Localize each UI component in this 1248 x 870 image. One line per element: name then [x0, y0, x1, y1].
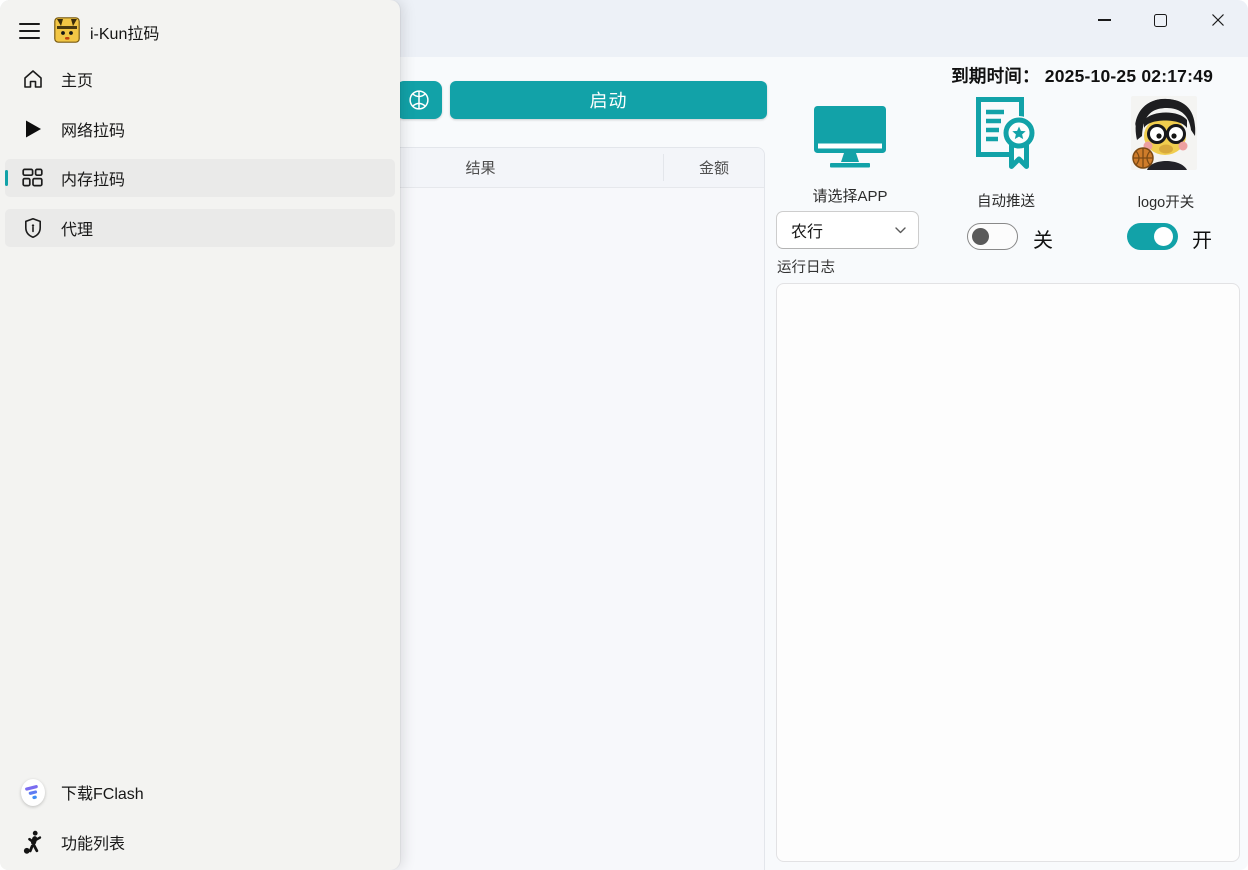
run-log-label: 运行日志 — [777, 256, 835, 277]
close-button[interactable] — [1199, 5, 1237, 35]
selected-indicator — [5, 170, 8, 186]
grid-icon — [21, 166, 45, 190]
monitor-icon-wrap — [808, 104, 892, 172]
sidebar-item-network[interactable]: 网络拉码 — [5, 110, 395, 148]
hamburger-button[interactable] — [14, 16, 48, 46]
auto-push-state: 关 — [1033, 224, 1053, 253]
maximize-icon — [1154, 14, 1167, 27]
toggle-knob — [972, 228, 989, 245]
sidebar-item-memory[interactable]: 内存拉码 — [5, 159, 395, 197]
close-icon — [1211, 13, 1225, 27]
sidebar-item-label: 内存拉码 — [61, 166, 125, 190]
auto-push-toggle[interactable] — [967, 223, 1018, 250]
logo-switch-state: 开 — [1192, 224, 1212, 253]
certificate-icon-wrap — [972, 94, 1040, 178]
sidebar-item-label: 功能列表 — [61, 830, 125, 854]
monitor-icon — [813, 106, 887, 170]
toggle-knob — [1154, 227, 1173, 246]
minimize-button[interactable] — [1085, 5, 1123, 35]
sidebar-item-proxy[interactable]: 代理 — [5, 209, 395, 247]
sidebar-item-label: 代理 — [61, 216, 93, 240]
fclash-icon — [21, 780, 45, 804]
expiry-time: 到期时间： 2025-10-25 02:17:49 — [951, 63, 1213, 88]
basketball-icon — [406, 87, 432, 113]
logo-switch-label: logo开关 — [1116, 191, 1216, 212]
app-window: 到期时间： 2025-10-25 02:17:49 启动 结果 金额 请选 — [0, 0, 1248, 870]
sidebar-item-label: 下载FClash — [61, 780, 144, 804]
chevron-down-icon — [895, 227, 906, 234]
hamburger-icon — [19, 23, 40, 25]
maximize-button[interactable] — [1141, 5, 1179, 35]
sidebar-item-download-fclash[interactable]: 下载FClash — [5, 773, 395, 811]
sidebar-item-label: 主页 — [61, 67, 93, 91]
certificate-icon — [974, 95, 1038, 177]
play-icon — [21, 117, 45, 141]
shield-icon — [21, 216, 45, 240]
sidebar-item-label: 网络拉码 — [61, 117, 125, 141]
expiry-value: 2025-10-25 02:17:49 — [1045, 66, 1213, 86]
start-button[interactable]: 启动 — [450, 81, 767, 119]
app-logo-icon — [54, 17, 80, 43]
run-log-textbox[interactable] — [776, 283, 1240, 862]
logo-switch-toggle[interactable] — [1127, 223, 1178, 250]
app-title: i-Kun拉码 — [90, 20, 159, 44]
navigation-sidebar: i-Kun拉码 主页 网络拉码 — [0, 0, 400, 870]
minimize-icon — [1098, 19, 1111, 21]
app-select-dropdown[interactable]: 农行 — [776, 211, 919, 249]
basketball-button[interactable] — [396, 81, 442, 119]
avatar-image — [1131, 96, 1197, 170]
table-header-amount: 金额 — [664, 148, 764, 187]
app-select-value: 农行 — [791, 218, 895, 242]
start-button-label: 启动 — [590, 87, 628, 113]
basketball-player-icon — [21, 830, 45, 854]
auto-push-label: 自动推送 — [956, 190, 1056, 211]
home-icon — [21, 67, 45, 91]
expiry-label: 到期时间： — [951, 66, 1040, 86]
app-select-label: 请选择APP — [776, 185, 924, 206]
sidebar-item-home[interactable]: 主页 — [5, 60, 395, 98]
sidebar-item-feature-list[interactable]: 功能列表 — [5, 823, 395, 861]
